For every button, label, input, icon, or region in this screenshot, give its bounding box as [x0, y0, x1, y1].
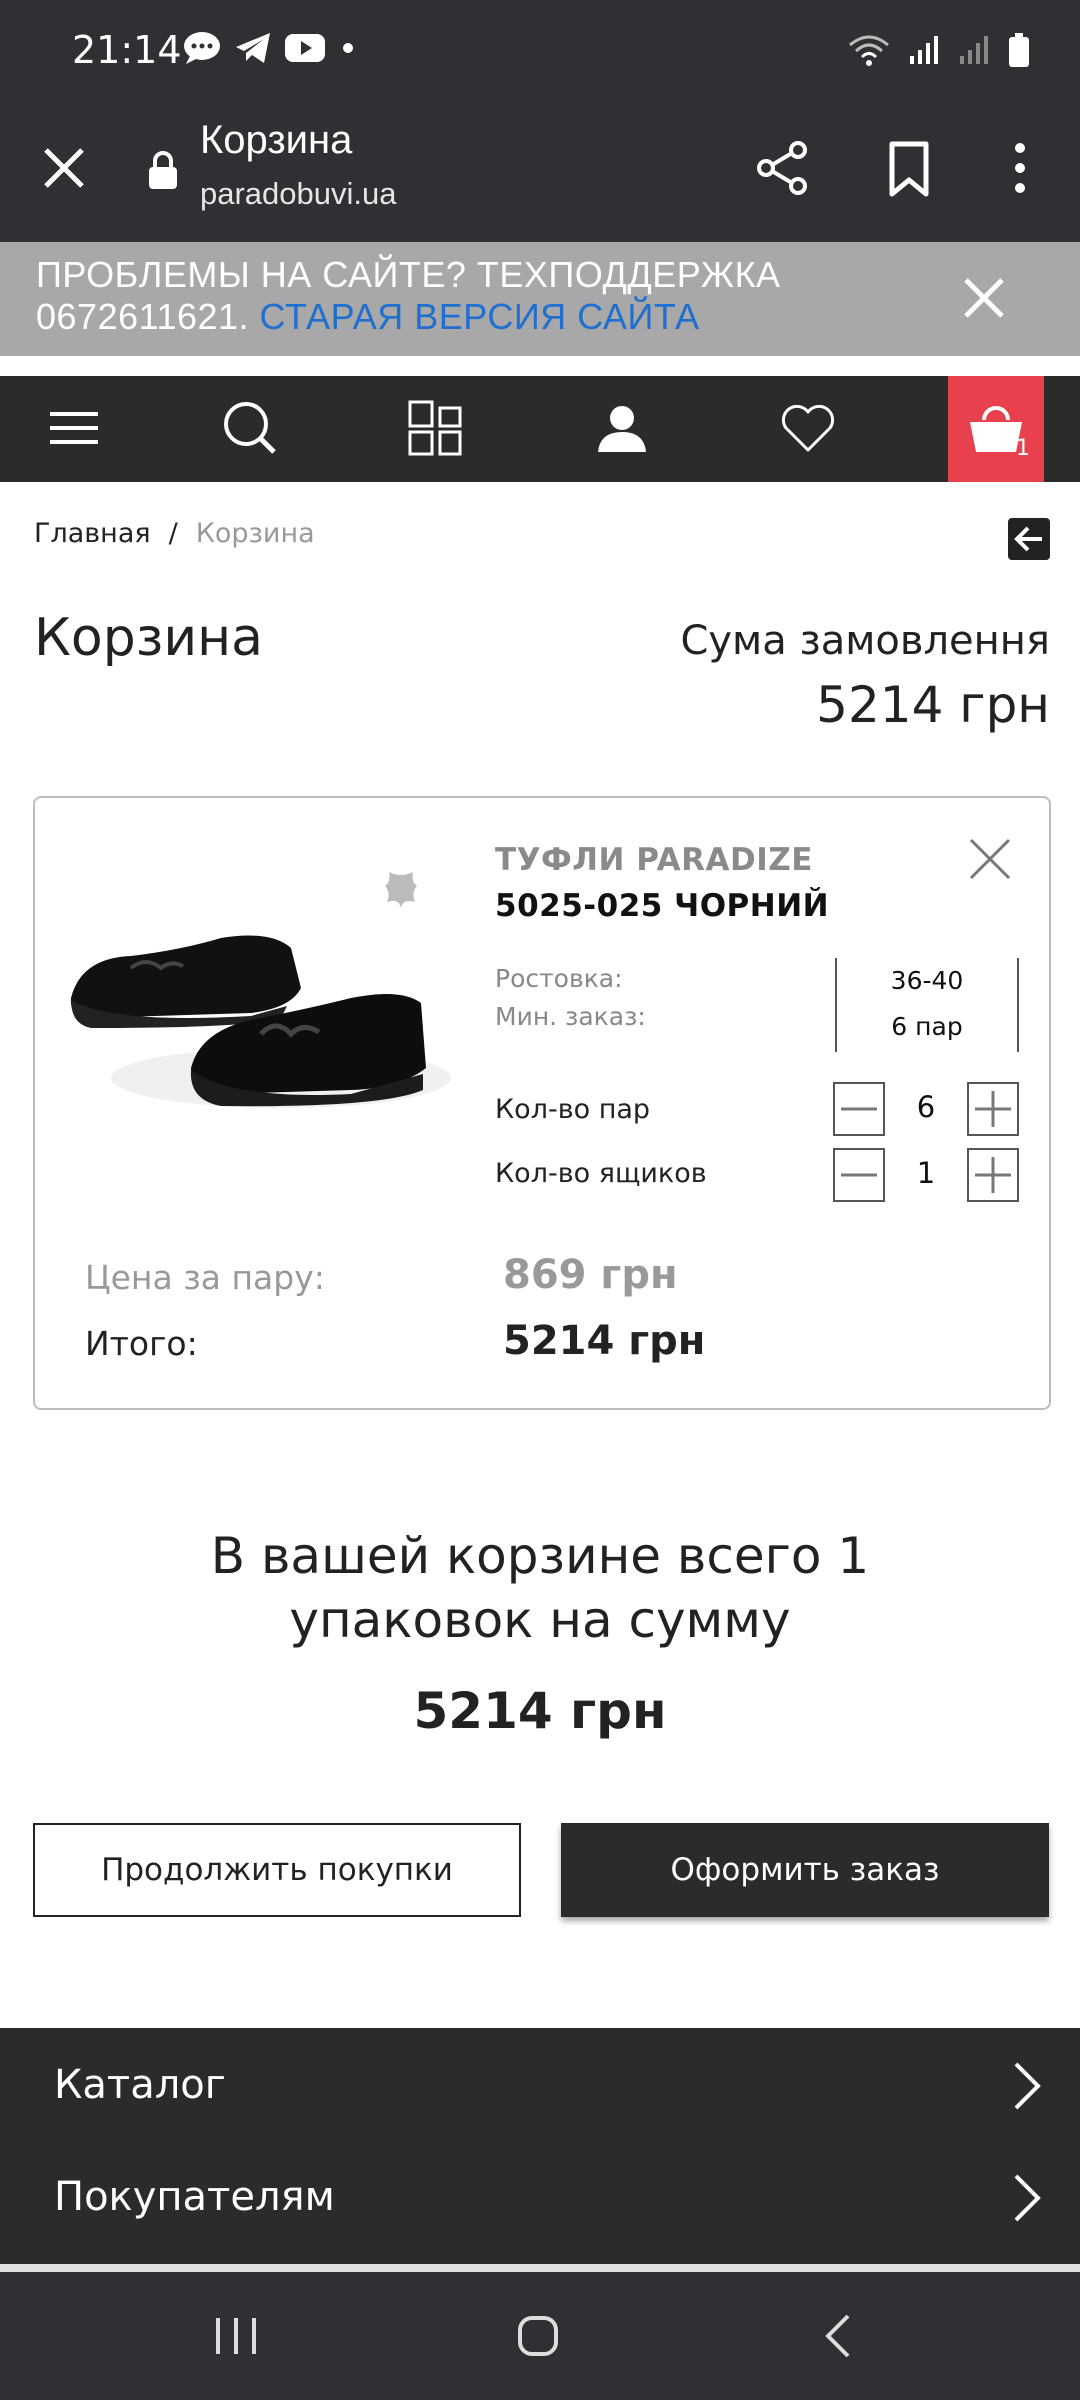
- recent-apps-icon[interactable]: [206, 2306, 266, 2366]
- order-sum-label: Сума замовлення: [680, 618, 1050, 664]
- notification-icons: [182, 30, 358, 66]
- boxes-increase-button[interactable]: [967, 1148, 1019, 1202]
- system-navigation-bar: [0, 2272, 1080, 2400]
- support-banner-text: ПРОБЛЕМЫ НА САЙТЕ? ТЕХПОДДЕРЖКА 06726116…: [36, 254, 936, 338]
- catalog-grid-icon[interactable]: [406, 398, 466, 458]
- product-brand[interactable]: ТУФЛИ PARADIZE: [495, 842, 813, 878]
- close-tab-button[interactable]: [38, 142, 90, 194]
- pairs-quantity-stepper: 6: [833, 1082, 1019, 1136]
- item-total-value: 5214 грн: [503, 1318, 706, 1364]
- share-button[interactable]: [752, 138, 812, 198]
- leather-material-icon: [381, 868, 421, 918]
- status-bar: 21:14: [0, 0, 1080, 104]
- size-range-value: 36-40: [890, 966, 964, 995]
- lock-icon[interactable]: [146, 150, 180, 190]
- item-total-label: Итого:: [85, 1324, 198, 1363]
- back-icon[interactable]: [810, 2306, 870, 2366]
- order-sum-value: 5214 грн: [816, 676, 1050, 734]
- browser-toolbar: Корзина paradobuvi.ua: [0, 104, 1080, 242]
- continue-shopping-button[interactable]: Продолжить покупки: [33, 1823, 521, 1917]
- battery-icon: [1008, 32, 1030, 68]
- cart-summary-text: В вашей корзине всего 1 упаковок на сумм…: [0, 1524, 1080, 1652]
- site-nav-bar: 1: [0, 376, 1080, 482]
- breadcrumb-separator: /: [168, 518, 178, 549]
- wifi-icon: [848, 33, 890, 67]
- back-arrow-button[interactable]: [1008, 518, 1050, 560]
- price-per-pair-label: Цена за пару:: [85, 1258, 325, 1297]
- dot-icon: [338, 38, 358, 58]
- system-status-icons: [848, 32, 1030, 68]
- cart-count-badge: 1: [1016, 436, 1030, 461]
- old-version-link[interactable]: СТАРАЯ ВЕРСИЯ САЙТА: [260, 296, 700, 337]
- cart-item-card: ТУФЛИ PARADIZE 5025-025 ЧОРНИЙ Ростовка:…: [33, 796, 1051, 1410]
- footer-item-customers[interactable]: Покупателям: [0, 2140, 1080, 2252]
- support-banner: ПРОБЛЕМЫ НА САЙТЕ? ТЕХПОДДЕРЖКА 06726116…: [0, 242, 1080, 356]
- breadcrumb: Главная / Корзина: [34, 518, 315, 549]
- home-icon[interactable]: [508, 2306, 568, 2366]
- pairs-decrease-button[interactable]: [833, 1082, 885, 1136]
- checkout-button[interactable]: Оформить заказ: [561, 1823, 1049, 1917]
- chevron-right-icon: [1006, 2058, 1046, 2114]
- banner-close-button[interactable]: [960, 274, 1008, 322]
- url-text[interactable]: paradobuvi.ua: [200, 176, 397, 212]
- boxes-quantity-stepper: 1: [833, 1148, 1019, 1202]
- min-order-label: Мин. заказ:: [495, 1002, 646, 1031]
- footer-item-catalog[interactable]: Каталог: [0, 2028, 1080, 2140]
- hamburger-menu-icon[interactable]: [44, 398, 104, 458]
- min-order-value: 6 пар: [891, 1012, 963, 1041]
- search-icon[interactable]: [220, 398, 280, 458]
- product-specs-labels: Ростовка: Мин. заказ:: [495, 960, 646, 1036]
- footer-menu: Каталог Покупателям: [0, 2028, 1080, 2264]
- user-account-icon[interactable]: [592, 398, 652, 458]
- bookmark-button[interactable]: [884, 140, 934, 198]
- price-per-pair-value: 869 грн: [503, 1252, 678, 1298]
- product-specs-values: 36-40 6 пар: [835, 958, 1019, 1052]
- breadcrumb-current: Корзина: [195, 518, 315, 549]
- more-menu-button[interactable]: [1000, 138, 1040, 198]
- cart-summary-line-1: В вашей корзине всего 1: [210, 1527, 870, 1585]
- chevron-right-icon: [1006, 2170, 1046, 2226]
- page-title: Корзина: [34, 608, 264, 668]
- page-tab-title: Корзина: [200, 118, 353, 162]
- cart-summary-total: 5214 грн: [413, 1682, 667, 1740]
- signal-2-icon: [958, 34, 990, 66]
- youtube-icon: [284, 32, 326, 64]
- favorites-heart-icon[interactable]: [778, 398, 838, 458]
- product-model[interactable]: 5025-025 ЧОРНИЙ: [495, 888, 829, 924]
- telegram-icon: [234, 31, 272, 65]
- pairs-quantity-label: Кол-во пар: [495, 1094, 651, 1125]
- status-time: 21:14: [72, 28, 182, 72]
- boxes-quantity-value[interactable]: 1: [885, 1156, 967, 1190]
- cart-button[interactable]: 1: [948, 376, 1044, 482]
- pairs-increase-button[interactable]: [967, 1082, 1019, 1136]
- footer-item-label: Покупателям: [54, 2174, 335, 2220]
- footer-divider: [0, 2264, 1080, 2272]
- size-range-label: Ростовка:: [495, 964, 623, 993]
- boxes-quantity-label: Кол-во ящиков: [495, 1158, 707, 1189]
- cart-summary-line-2: упаковок на сумму: [289, 1591, 791, 1649]
- breadcrumb-home-link[interactable]: Главная: [34, 518, 151, 549]
- pairs-quantity-value[interactable]: 6: [885, 1090, 967, 1124]
- signal-icon: [908, 34, 940, 66]
- footer-item-label: Каталог: [54, 2062, 226, 2108]
- remove-item-button[interactable]: [965, 834, 1015, 884]
- messages-icon: [182, 30, 222, 66]
- boxes-decrease-button[interactable]: [833, 1148, 885, 1202]
